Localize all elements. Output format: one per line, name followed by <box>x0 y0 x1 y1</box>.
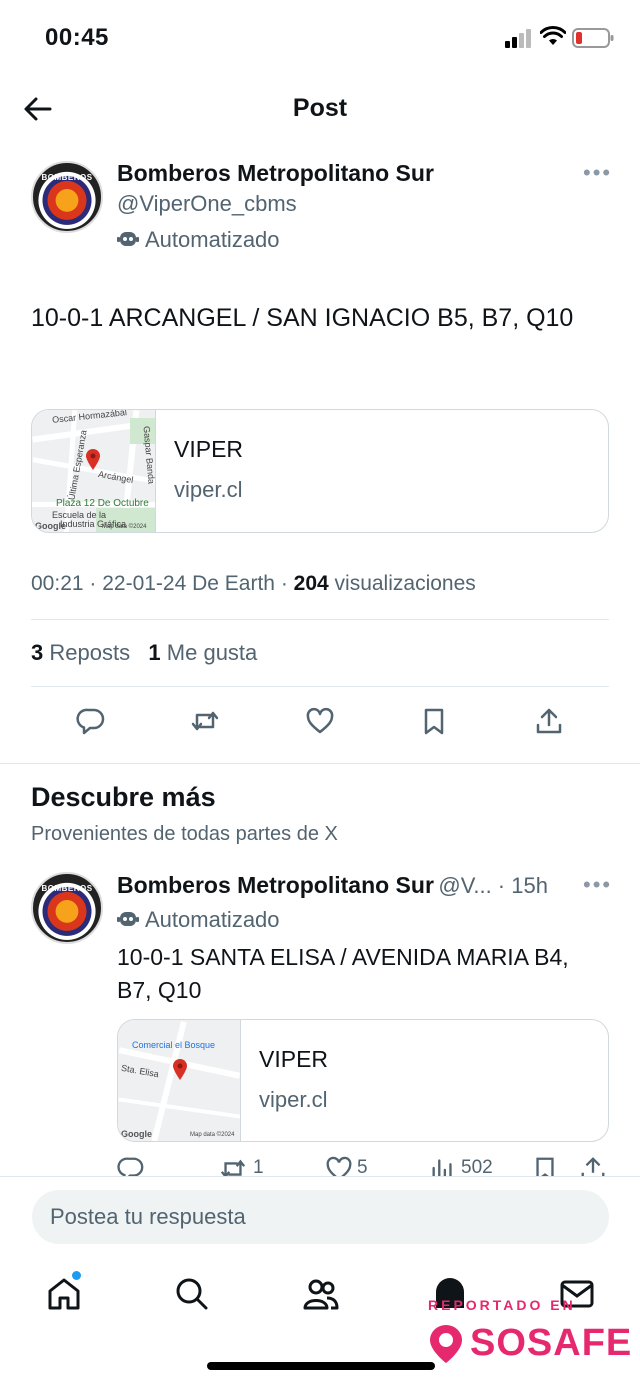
avatar-text: BOMBEROS <box>41 173 93 182</box>
divider <box>31 619 609 620</box>
map-thumbnail: Oscar Hormazábal Gaspar Banda Última Esp… <box>32 410 156 532</box>
post-metadata: 00:21 · 22-01-24 De Earth · 204 visualiz… <box>31 572 476 596</box>
link-card[interactable]: Comercial el Bosque Sta. Elisa Google Ma… <box>117 1019 609 1142</box>
views-count: 502 <box>461 1157 493 1176</box>
repost-icon[interactable] <box>219 1155 247 1176</box>
reply-bar-border <box>0 1176 640 1177</box>
map-pin-icon <box>173 1059 187 1080</box>
author-name[interactable]: Bomberos Metropolitano Sur <box>117 160 434 187</box>
map-attribution: Map data ©2024 <box>102 524 147 530</box>
google-logo: Google <box>121 1129 152 1139</box>
google-logo: Google <box>35 521 66 531</box>
link-card[interactable]: Oscar Hormazábal Gaspar Banda Última Esp… <box>31 409 609 533</box>
share-icon[interactable] <box>534 706 564 736</box>
like-count: 5 <box>357 1157 368 1176</box>
automated-badge: Automatizado <box>117 227 280 253</box>
likes-count: 1 <box>148 640 161 665</box>
author-name[interactable]: Bomberos Metropolitano Sur <box>117 872 434 898</box>
tweet-text: 10-0-1 ARCANGEL / SAN IGNACIO B5, B7, Q1… <box>31 304 574 332</box>
more-options-icon[interactable]: ••• <box>583 160 612 186</box>
avatar-text: BOMBEROS <box>41 884 93 893</box>
bookmark-icon[interactable] <box>531 1155 559 1176</box>
views-icon[interactable] <box>429 1155 457 1176</box>
card-domain: viper.cl <box>174 477 243 502</box>
sosafe-watermark: SOSAFE <box>428 1322 632 1365</box>
watermark-small-text: REPORTADO EN <box>428 1297 576 1313</box>
reply-input[interactable]: Postea tu respuesta <box>32 1190 609 1244</box>
reposts-count: 3 <box>31 640 44 665</box>
automated-label: Automatizado <box>145 907 280 932</box>
map-label: Comercial el Bosque <box>132 1040 216 1050</box>
map-thumbnail: Comercial el Bosque Sta. Elisa Google Ma… <box>118 1020 241 1141</box>
status-time: 00:45 <box>45 24 109 51</box>
avatar[interactable]: BOMBEROS <box>31 161 103 233</box>
handle-time: @V... · 15h <box>438 873 548 898</box>
map-label: Plaza 12 De Octubre <box>56 498 149 509</box>
repost-count: 1 <box>253 1157 264 1176</box>
reply-placeholder: Postea tu respuesta <box>50 1204 246 1229</box>
home-icon[interactable] <box>46 1276 82 1312</box>
more-options-icon[interactable]: ••• <box>583 872 612 898</box>
discover-actions: 1 5 502 <box>117 1155 609 1176</box>
robot-icon <box>117 912 139 926</box>
divider <box>31 686 609 687</box>
post-timestamp: 00:21 · 22-01-24 De Earth · <box>31 572 294 595</box>
discover-title: Descubre más <box>31 782 216 812</box>
robot-icon <box>117 232 139 246</box>
map-label: Oscar Hormazábal <box>51 410 128 425</box>
communities-icon[interactable] <box>303 1276 339 1312</box>
battery-icon <box>572 28 614 48</box>
avatar[interactable]: BOMBEROS <box>31 872 103 944</box>
cellular-signal-icon <box>505 29 531 48</box>
views-count: 204 <box>293 572 329 595</box>
share-icon[interactable] <box>579 1155 607 1176</box>
tweet-text: 10-0-1 SANTA ELISA / AVENIDA MARIA B4, B… <box>117 944 569 1003</box>
post-stats: 3 Reposts 1 Me gusta <box>31 640 257 666</box>
automated-badge: Automatizado <box>117 907 280 933</box>
card-title: VIPER <box>174 436 244 462</box>
repost-icon[interactable] <box>190 706 220 736</box>
page-title: Post <box>292 94 348 122</box>
home-indicator[interactable] <box>207 1362 435 1370</box>
card-domain: viper.cl <box>259 1087 328 1112</box>
likes-stat[interactable]: 1 Me gusta <box>148 640 257 665</box>
bookmark-icon[interactable] <box>419 706 449 736</box>
sosafe-logo-icon <box>430 1324 462 1363</box>
discover-tweet-header: Bomberos Metropolitano Sur @V... · 15h <box>117 872 548 899</box>
notification-dot <box>72 1271 81 1280</box>
reposts-stat[interactable]: 3 Reposts <box>31 640 130 665</box>
likes-label: Me gusta <box>160 640 258 665</box>
reposts-label: Reposts <box>43 640 131 665</box>
reply-icon[interactable] <box>117 1155 145 1176</box>
map-pin-icon <box>86 449 100 470</box>
wifi-icon <box>540 26 566 45</box>
map-attribution: Map data ©2024 <box>190 1132 235 1138</box>
like-icon[interactable] <box>305 706 335 736</box>
automated-label: Automatizado <box>145 227 280 252</box>
discover-subtitle: Provenientes de todas partes de X <box>31 823 338 845</box>
card-title: VIPER <box>259 1046 329 1072</box>
like-icon[interactable] <box>325 1155 353 1176</box>
search-icon[interactable] <box>174 1276 210 1312</box>
map-label: Sta. Elisa <box>120 1062 160 1080</box>
views-label: visualizaciones <box>328 572 476 595</box>
section-divider <box>0 763 640 764</box>
author-handle[interactable]: @ViperOne_cbms <box>117 191 297 217</box>
reply-icon[interactable] <box>76 706 106 736</box>
watermark-big-text: SOSAFE <box>470 1322 633 1364</box>
